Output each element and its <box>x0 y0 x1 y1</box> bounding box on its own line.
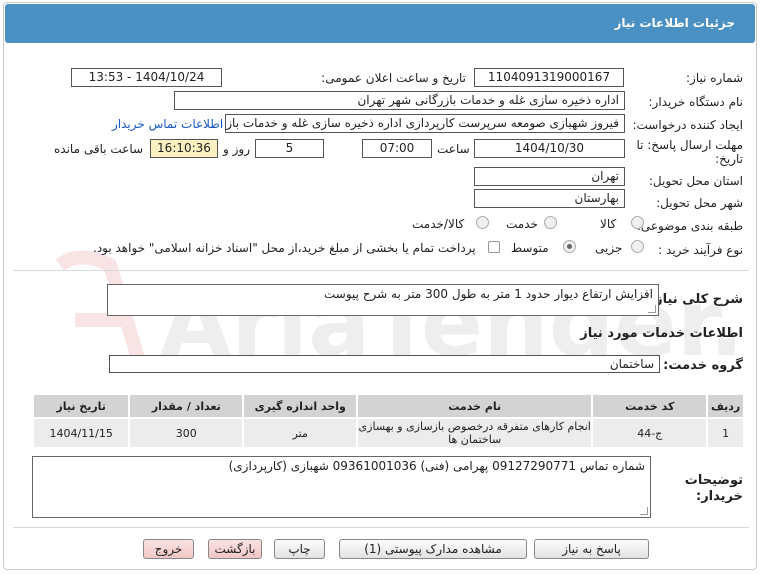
announce-field: 1404/10/24 - 13:53 <box>71 68 222 87</box>
buyer-contact-link[interactable]: اطلاعات تماس خریدار <box>112 117 223 131</box>
description-label: شرح کلی نیاز: <box>649 292 743 307</box>
creator-label: ایجاد کننده درخواست: <box>632 118 743 132</box>
services-table: تاریخ نیاز تعداد / مقدار واحد اندازه گیر… <box>31 393 745 449</box>
buyer-org-label: نام دستگاه خریدار: <box>648 95 744 109</box>
resize-handle[interactable] <box>640 507 648 515</box>
cell-unit: متر <box>242 417 359 449</box>
deadline-date-label: تاریخ: <box>715 152 743 166</box>
need-number-field: 1104091319000167 <box>474 68 624 87</box>
city-field: بهارستان <box>474 189 625 208</box>
back-button[interactable]: بازگشت <box>208 539 262 559</box>
exit-button[interactable]: خروج <box>143 539 194 559</box>
table-row: 1404/11/15 300 متر انجام کارهای متفرقه د… <box>31 417 745 449</box>
remaining-time-field: 16:10:36 <box>150 139 218 158</box>
print-button[interactable]: چاپ <box>274 539 325 559</box>
col-service-code: کد خدمت <box>591 393 709 419</box>
payment-note: پرداخت تمام یا بخشی از مبلغ خرید،از محل … <box>93 241 476 255</box>
col-unit: واحد اندازه گیری <box>242 393 359 419</box>
days-field: 5 <box>255 139 324 158</box>
title-bar: جزئیات اطلاعات نیاز <box>5 4 755 43</box>
deadline-date-field: 1404/10/30 <box>474 139 625 158</box>
category-radio-both[interactable] <box>476 216 489 229</box>
announce-label: تاریخ و ساعت اعلان عمومی: <box>321 71 466 85</box>
col-service-name: نام خدمت <box>356 393 594 419</box>
remaining-label: ساعت باقی مانده <box>54 142 144 156</box>
deadline-time-field: 07:00 <box>362 139 432 158</box>
buyer-notes-field[interactable]: شماره تماس 09127290771 پهرامی (فنی) 0936… <box>32 456 651 518</box>
buyer-notes-label-2: خریدار: <box>696 489 743 504</box>
province-field: تهران <box>474 167 625 186</box>
col-quantity: تعداد / مقدار <box>128 393 245 419</box>
view-attachments-button[interactable]: مشاهده مدارک پیوستی (1) <box>339 539 527 559</box>
table-header-row: تاریخ نیاز تعداد / مقدار واحد اندازه گیر… <box>31 393 745 419</box>
need-number-label: شماره نیاز: <box>686 71 743 85</box>
creator-field: فیروز شهبازی صومعه سرپرست کارپردازی ادار… <box>225 114 625 133</box>
purchase-radio-medium[interactable] <box>563 240 576 253</box>
province-label: استان محل تحویل: <box>648 174 743 188</box>
col-row: ردیف <box>706 393 745 419</box>
divider <box>13 527 749 528</box>
purchase-type-label: نوع فرآیند خرید : <box>658 243 743 257</box>
reply-button[interactable]: پاسخ به نیاز <box>534 539 649 559</box>
deadline-label: مهلت ارسال پاسخ: تا <box>636 138 743 152</box>
cell-quantity: 300 <box>128 417 245 449</box>
purchase-option-medium: متوسط <box>511 241 549 255</box>
category-option-both: کالا/خدمت <box>412 217 465 231</box>
service-group-label: گروه خدمت: <box>663 358 743 373</box>
divider <box>13 270 749 271</box>
category-label: طبقه بندی موضوعی: <box>636 219 743 233</box>
description-text: افزایش ارتفاع دیوار حدود 1 متر به طول 30… <box>324 287 653 301</box>
resize-handle[interactable] <box>648 305 656 313</box>
buyer-notes-text: شماره تماس 09127290771 پهرامی (فنی) 0936… <box>228 459 645 473</box>
cell-service-name: انجام کارهای متفرقه درخصوص بازسازی و بهس… <box>356 417 594 449</box>
cell-need-date: 1404/11/15 <box>31 417 131 449</box>
purchase-radio-minor[interactable] <box>631 240 644 253</box>
col-need-date: تاریخ نیاز <box>31 393 131 419</box>
city-label: شهر محل تحویل: <box>656 196 743 210</box>
purchase-option-minor: جزیی <box>595 241 623 255</box>
cell-row: 1 <box>706 417 745 449</box>
cell-service-code: ج-44 <box>591 417 709 449</box>
category-radio-service[interactable] <box>544 216 557 229</box>
page-title: جزئیات اطلاعات نیاز <box>614 16 735 30</box>
description-field[interactable]: افزایش ارتفاع دیوار حدود 1 متر به طول 30… <box>107 284 659 316</box>
buyer-notes-label-1: توضیحات <box>684 473 743 488</box>
days-label: روز و <box>223 142 250 156</box>
category-option-service: خدمت <box>506 217 538 231</box>
time-label: ساعت <box>437 142 470 156</box>
service-group-field: ساختمان <box>109 355 660 373</box>
treasury-checkbox[interactable] <box>488 241 500 253</box>
services-section-title: اطلاعات خدمات مورد نیاز <box>580 326 743 341</box>
category-radio-goods[interactable] <box>631 216 644 229</box>
buyer-org-field: اداره ذخیره سازی غله و خدمات بازرگانی شه… <box>174 91 625 110</box>
category-option-goods: کالا <box>600 217 617 231</box>
